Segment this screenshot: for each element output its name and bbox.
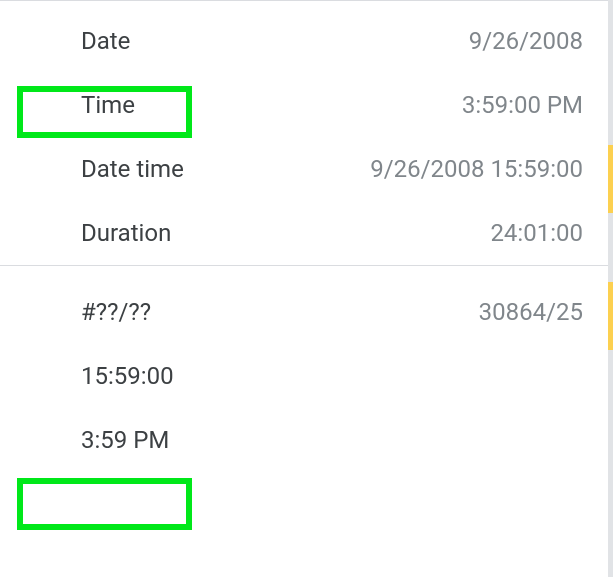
- format-label: Date time: [81, 155, 184, 183]
- format-row-time12[interactable]: 3:59 PM: [0, 408, 613, 472]
- custom-formats-section: #??/?? 30864/25 15:59:00 3:59 PM: [0, 266, 613, 472]
- format-label: #??/??: [81, 298, 151, 326]
- format-value: 30864/25: [479, 298, 583, 326]
- format-label: 3:59 PM: [81, 426, 169, 454]
- format-row-duration[interactable]: Duration 24:01:00: [0, 201, 613, 265]
- format-label: 15:59:00: [81, 362, 174, 390]
- format-label: Time: [81, 91, 135, 119]
- format-row-fraction[interactable]: #??/?? 30864/25: [0, 280, 613, 344]
- format-value: 24:01:00: [490, 219, 583, 247]
- datetime-section: Date 9/26/2008 Time 3:59:00 PM Date time…: [0, 1, 613, 265]
- formats-panel: Date 9/26/2008 Time 3:59:00 PM Date time…: [0, 0, 613, 577]
- format-label: Date: [81, 27, 130, 55]
- format-row-date[interactable]: Date 9/26/2008: [0, 9, 613, 73]
- format-row-time[interactable]: Time 3:59:00 PM: [0, 73, 613, 137]
- scrollbar-marker-1: [608, 145, 613, 213]
- format-value: 9/26/2008: [469, 27, 583, 55]
- format-value: 9/26/2008 15:59:00: [370, 155, 583, 183]
- format-label: Duration: [81, 219, 171, 247]
- format-value: 3:59:00 PM: [462, 91, 583, 119]
- format-row-datetime[interactable]: Date time 9/26/2008 15:59:00: [0, 137, 613, 201]
- format-row-time24[interactable]: 15:59:00: [0, 344, 613, 408]
- scrollbar-marker-2: [608, 282, 613, 350]
- annotation-highlight-time12: [17, 478, 192, 530]
